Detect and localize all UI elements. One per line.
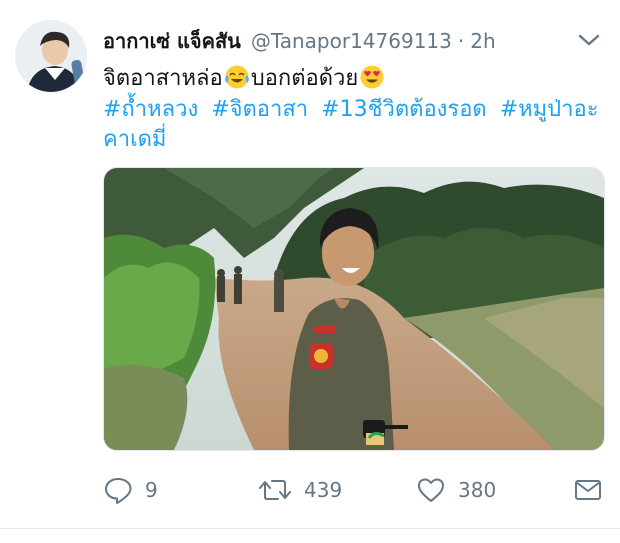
reply-icon <box>105 478 132 504</box>
avatar-image <box>15 20 87 92</box>
tweet-header: อากาเซ่ แจ็คสัน @Tanapor14769113 · 2h <box>103 28 600 54</box>
reply-button[interactable]: 9 <box>103 470 158 510</box>
share-button[interactable] <box>573 470 603 510</box>
tweet-card[interactable]: อากาเซ่ แจ็คสัน @Tanapor14769113 · 2h จิ… <box>0 0 620 530</box>
tweet-actions: 9 439 380 <box>103 470 603 510</box>
tweet-text: จิตอาสาหล่อ บอกต่อด้วย <box>103 64 603 94</box>
hashtag-link[interactable]: #จิตอาสา <box>211 97 308 122</box>
avatar[interactable] <box>15 20 87 92</box>
retweet-count: 439 <box>304 478 343 502</box>
tears-of-joy-emoji-icon <box>224 64 250 90</box>
retweet-icon <box>259 480 291 500</box>
retweet-button[interactable]: 439 <box>258 470 342 510</box>
heart-icon <box>418 478 444 502</box>
tweet-divider <box>0 528 620 529</box>
hashtag-list: #ถ้ำหลวง #จิตอาสา #13ชีวิตต้องรอด #หมูป่… <box>103 95 603 155</box>
reply-count: 9 <box>145 478 158 502</box>
heart-eyes-emoji-icon <box>359 64 385 90</box>
chevron-down-icon[interactable] <box>576 30 602 50</box>
like-button[interactable]: 380 <box>416 470 496 510</box>
display-name[interactable]: อากาเซ่ แจ็คสัน <box>103 25 241 57</box>
photo-illustration <box>104 168 604 450</box>
user-handle[interactable]: @Tanapor14769113 <box>251 29 452 53</box>
tweet-time[interactable]: 2h <box>470 29 495 53</box>
hashtag-link[interactable]: #ถ้ำหลวง <box>103 97 198 122</box>
tweet-text-part1: จิตอาสาหล่อ <box>103 66 223 91</box>
share-mail-icon <box>575 480 601 500</box>
like-count: 380 <box>458 478 497 502</box>
tweet-photo[interactable] <box>103 167 605 451</box>
separator-dot: · <box>457 29 465 53</box>
tweet-text-part2: บอกต่อด้วย <box>250 66 359 91</box>
hashtag-link[interactable]: #13ชีวิตต้องรอด <box>321 97 487 122</box>
